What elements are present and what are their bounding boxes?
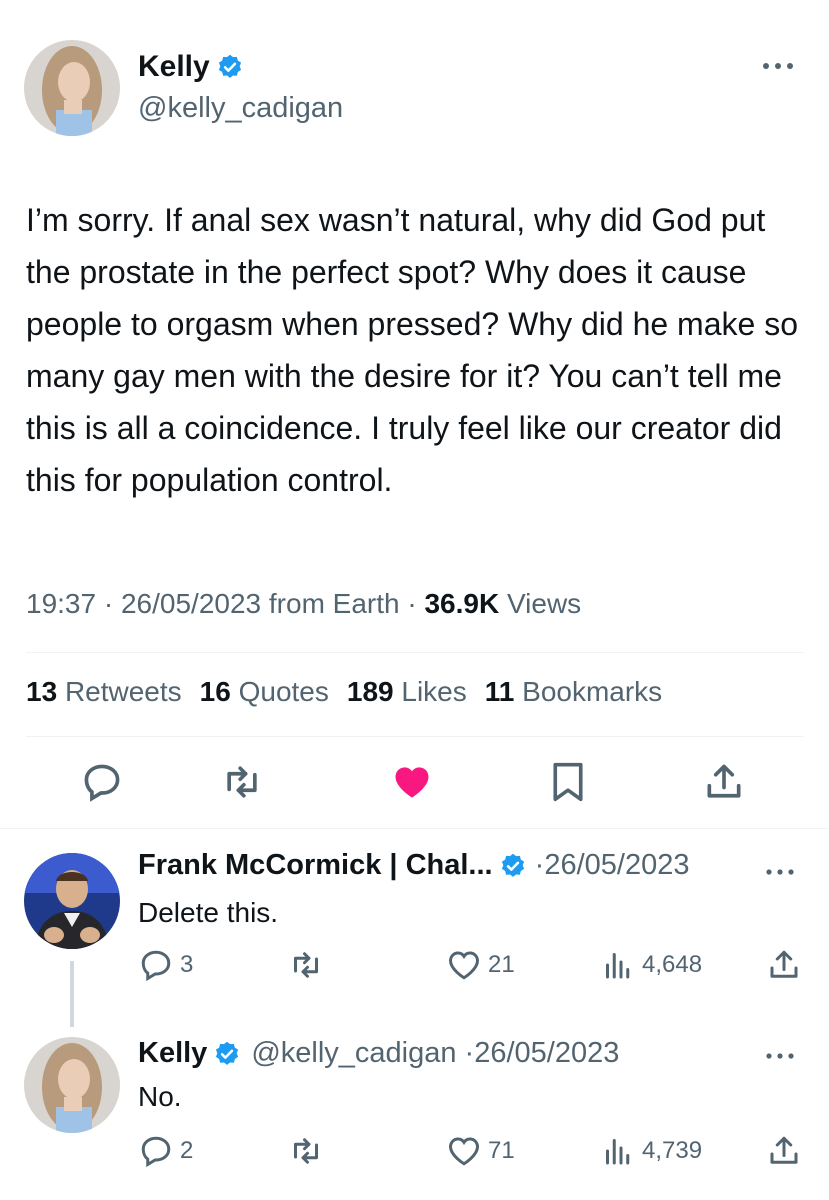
- retweet-button[interactable]: [288, 1133, 330, 1169]
- reply-actions: 3 21 4,648: [0, 947, 829, 987]
- reply-text: Delete this.: [138, 897, 279, 928]
- views-icon: [606, 1139, 630, 1165]
- date-separator: ·: [456, 1037, 475, 1069]
- tweet-actions: [0, 760, 829, 810]
- retweet-icon: [294, 952, 318, 978]
- tweet-meta: 19:37 · 26/05/2023 from Earth · 36.9K Vi…: [26, 588, 581, 620]
- tweet-date[interactable]: 26/05/2023: [121, 588, 261, 619]
- more-icon[interactable]: [765, 1049, 795, 1061]
- share-icon: [770, 1136, 798, 1164]
- like-button[interactable]: 71: [446, 1133, 515, 1169]
- reply-icon: [141, 950, 171, 982]
- author-handle[interactable]: @kelly_cadigan: [138, 92, 343, 125]
- views-count: 4,739: [642, 1137, 703, 1164]
- views-count: 4,648: [642, 951, 703, 978]
- date-separator: ·: [526, 849, 545, 881]
- reply-button[interactable]: 3: [138, 947, 193, 983]
- like-icon: [448, 951, 480, 980]
- retweet-icon[interactable]: [220, 760, 264, 809]
- verified-badge-icon: [216, 53, 244, 81]
- reply-date[interactable]: 26/05/2023: [544, 849, 689, 882]
- verified-badge-icon: [499, 852, 527, 880]
- reply-header: Kelly @kelly_cadigan · 26/05/2023: [138, 1037, 619, 1070]
- bookmark-icon[interactable]: [548, 760, 588, 809]
- reply-count: 2: [180, 1137, 194, 1164]
- views-label: Views: [506, 588, 582, 619]
- reply-icon[interactable]: [80, 760, 124, 809]
- author-row: Kelly: [138, 50, 244, 84]
- avatar[interactable]: [24, 853, 120, 949]
- share-button[interactable]: [766, 947, 802, 983]
- author-name[interactable]: Kelly: [138, 50, 210, 84]
- more-icon[interactable]: [765, 865, 795, 877]
- tweet-time[interactable]: 19:37: [26, 588, 96, 619]
- reply-header: Frank McCormick | Chal... · 26/05/2023: [138, 849, 689, 882]
- meta-separator: ·: [407, 588, 425, 619]
- author-handle[interactable]: @kelly_cadigan: [251, 1037, 456, 1070]
- tweet-stats: 13 Retweets 16 Quotes 189 Likes 11 Bookm…: [26, 676, 662, 708]
- avatar[interactable]: [24, 1037, 120, 1133]
- like-button[interactable]: 21: [446, 947, 515, 983]
- like-count: 21: [488, 951, 515, 978]
- tweet-source: from Earth: [268, 588, 400, 619]
- retweet-icon: [294, 1138, 318, 1164]
- like-icon[interactable]: [390, 760, 434, 809]
- share-button[interactable]: [766, 1133, 802, 1169]
- divider: [26, 736, 804, 737]
- share-icon: [770, 950, 798, 978]
- reply-tweet[interactable]: Frank McCormick | Chal... · 26/05/2023 D…: [0, 829, 829, 1027]
- reply-text: No.: [138, 1081, 182, 1112]
- reply-count: 3: [180, 951, 194, 978]
- like-icon: [448, 1137, 480, 1166]
- author-name[interactable]: Frank McCormick | Chal...: [138, 849, 493, 882]
- tweet-text: I’m sorry. If anal sex wasn’t natural, w…: [26, 202, 807, 498]
- reply-date[interactable]: 26/05/2023: [474, 1037, 619, 1070]
- views-button[interactable]: 4,739: [600, 1133, 702, 1169]
- retweet-button[interactable]: [288, 947, 330, 983]
- verified-badge-icon: [213, 1040, 241, 1068]
- divider: [26, 652, 804, 653]
- views-button[interactable]: 4,648: [600, 947, 702, 983]
- views-count: 36.9K: [424, 588, 500, 619]
- reply-icon: [141, 1136, 171, 1168]
- meta-separator: ·: [103, 588, 121, 619]
- views-icon: [606, 953, 630, 979]
- main-tweet: Kelly @kelly_cadigan I’m sorry. If anal …: [0, 0, 829, 828]
- reply-tweet[interactable]: Kelly @kelly_cadigan · 26/05/2023 No. 2 …: [0, 1019, 829, 1200]
- avatar[interactable]: [24, 40, 120, 136]
- share-icon[interactable]: [702, 760, 746, 809]
- quotes-stat[interactable]: 16 Quotes: [200, 676, 329, 708]
- author-name[interactable]: Kelly: [138, 1037, 207, 1070]
- like-count: 71: [488, 1137, 515, 1164]
- reply-actions: 2 71 4,739: [0, 1133, 829, 1173]
- retweets-stat[interactable]: 13 Retweets: [26, 676, 182, 708]
- likes-stat[interactable]: 189 Likes: [347, 676, 467, 708]
- reply-button[interactable]: 2: [138, 1133, 193, 1169]
- more-icon[interactable]: [761, 58, 795, 74]
- bookmarks-stat[interactable]: 11 Bookmarks: [485, 676, 662, 708]
